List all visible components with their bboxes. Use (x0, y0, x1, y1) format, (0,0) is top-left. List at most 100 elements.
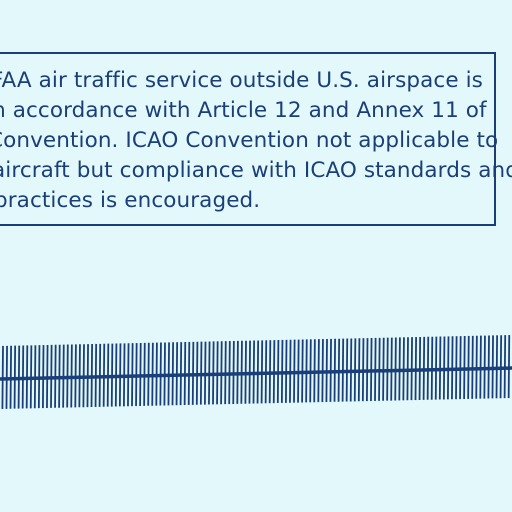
boundary-tick (139, 342, 142, 406)
boundary-tick (175, 342, 179, 406)
boundary-tick (463, 336, 466, 400)
boundary-tick (317, 339, 320, 403)
boundary-tick (459, 336, 462, 400)
boundary-tick (228, 341, 231, 405)
boundary-tick (17, 345, 21, 409)
boundary-tick (58, 344, 61, 408)
boundary-tick (9, 345, 12, 409)
boundary-tick (345, 338, 349, 402)
boundary-tick (106, 343, 110, 407)
boundary-tick (25, 345, 29, 409)
boundary-tick (264, 340, 268, 404)
boundary-tick (353, 338, 357, 402)
boundary-tick (430, 336, 434, 400)
boundary-tick (374, 337, 377, 401)
boundary-tick (187, 341, 191, 405)
boundary-tick (147, 342, 150, 406)
boundary-tick (370, 338, 373, 402)
boundary-tick (442, 336, 446, 400)
boundary-tick (285, 339, 288, 403)
boundary-tick (333, 338, 336, 402)
boundary-tick (495, 335, 498, 399)
boundary-tick (208, 341, 211, 405)
boundary-tick (29, 345, 33, 409)
boundary-tick (240, 340, 243, 404)
boundary-tick (46, 344, 49, 408)
boundary-tick (13, 345, 17, 409)
boundary-tick (455, 336, 458, 400)
boundary-tick (102, 343, 106, 407)
boundary-tick (78, 344, 81, 408)
boundary-tick (467, 335, 470, 399)
boundary-tick (127, 343, 130, 407)
boundary-tick (451, 336, 454, 400)
boundary-tick (341, 338, 345, 402)
boundary-tick (171, 342, 174, 406)
boundary-tick (447, 336, 450, 400)
boundary-tick (475, 335, 478, 399)
boundary-tick (309, 339, 312, 403)
boundary-tick (325, 338, 328, 402)
boundary-tick (301, 339, 304, 403)
boundary-tick (183, 342, 187, 406)
boundary-tick (321, 339, 324, 403)
boundary-tick (82, 344, 85, 408)
boundary-tick (268, 340, 272, 404)
boundary-tick (159, 342, 162, 406)
boundary-tick (499, 335, 503, 399)
boundary-tick (236, 340, 239, 404)
chart-canvas: FAA air traffic service outside U.S. air… (0, 0, 512, 512)
boundary-tick (390, 337, 393, 401)
boundary-tick (86, 344, 89, 408)
boundary-tick (386, 337, 389, 401)
boundary-tick (252, 340, 255, 404)
boundary-tick (135, 343, 138, 407)
boundary-tick (272, 340, 276, 404)
boundary-tick (163, 342, 166, 406)
boundary-tick (191, 341, 195, 405)
boundary-tick (37, 345, 41, 409)
boundary-tick (507, 335, 511, 399)
boundary-tick (256, 340, 260, 404)
boundary-tick (74, 344, 77, 408)
boundary-tick (276, 340, 280, 404)
boundary-tick (244, 340, 247, 404)
boundary-tick (471, 335, 474, 399)
boundary-tick (434, 336, 438, 400)
boundary-tick (426, 336, 430, 400)
boundary-tick (123, 343, 126, 407)
boundary-tick (398, 337, 401, 401)
boundary-tick (216, 341, 219, 405)
boundary-tick (337, 338, 341, 402)
boundary-tick (361, 338, 365, 402)
boundary-tick (151, 342, 154, 406)
boundary-tick (366, 338, 369, 402)
boundary-tick (487, 335, 490, 399)
boundary-tick (280, 339, 284, 403)
boundary-tick (422, 336, 426, 400)
boundary-tick (479, 335, 482, 399)
boundary-tick (349, 338, 353, 402)
boundary-tick (297, 339, 300, 403)
boundary-tick (212, 341, 215, 405)
boundary-tick (394, 337, 397, 401)
boundary-tick (199, 341, 203, 405)
boundary-tick (224, 341, 227, 405)
boundary-tick (289, 339, 292, 403)
boundary-tick (195, 341, 199, 405)
boundary-tick (357, 338, 361, 402)
boundary-tick (483, 335, 486, 399)
boundary-tick (70, 344, 73, 408)
boundary-tick (167, 342, 170, 406)
boundary-tick (33, 345, 37, 409)
boundary-tick (418, 336, 422, 400)
boundary-tick (402, 337, 405, 401)
boundary-tick (54, 344, 57, 408)
boundary-tick (98, 343, 102, 407)
boundary-tick (94, 343, 98, 407)
boundary-tick (378, 337, 381, 401)
boundary-tick (220, 341, 223, 405)
boundary-tick (232, 340, 235, 404)
boundary-tick (21, 345, 25, 409)
boundary-tick (293, 339, 296, 403)
